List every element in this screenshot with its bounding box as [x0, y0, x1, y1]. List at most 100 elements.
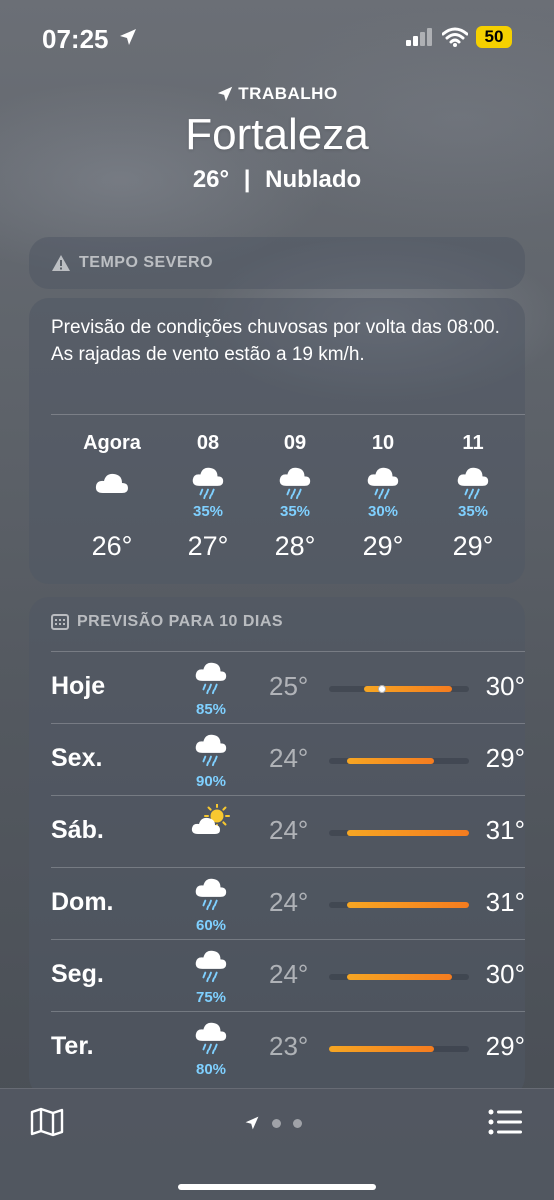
hourly-item: 10 30% 29° — [343, 432, 423, 562]
temperature-range-fill — [329, 1046, 434, 1052]
current-temperature: 26° — [192, 166, 230, 193]
cloud-rain-icon — [255, 463, 335, 503]
precip-chance: 35% — [192, 503, 224, 520]
severe-weather-banner[interactable]: TEMPO SEVERO — [29, 237, 525, 289]
partly-sunny-icon — [181, 803, 241, 845]
cloud-rain-icon: 60% — [181, 876, 241, 934]
hourly-item: 11 35% 29° — [433, 432, 513, 562]
city-name: Fortaleza — [185, 110, 369, 159]
day-name: Sáb. — [51, 816, 104, 844]
current-temp-dot — [377, 685, 386, 693]
hour-label: 08 — [196, 432, 220, 454]
conditions-separator: | — [243, 166, 251, 193]
temperature-range-fill — [346, 974, 452, 980]
temperature-range-bar — [329, 902, 469, 908]
precip-chance: 30% — [367, 503, 399, 520]
status-time: 07:25 — [42, 24, 109, 54]
temperature-range-bar — [329, 1046, 469, 1052]
low-temperature: 23° — [269, 1031, 309, 1061]
high-temperature: 29° — [485, 743, 525, 773]
current-conditions: 26° | Nublado — [0, 166, 554, 194]
precip-chance: 90% — [195, 773, 227, 790]
cloud-rain-icon: 80% — [181, 1020, 241, 1078]
cloud-rain-icon — [343, 463, 423, 503]
warning-icon — [52, 255, 70, 271]
cloud-rain-icon: 90% — [181, 732, 241, 790]
location-label: TRABALHO — [0, 84, 554, 104]
daily-row[interactable]: Dom. 60% 24° 31° — [51, 867, 525, 939]
day-name: Hoje — [51, 672, 106, 700]
hour-label: 1 — [519, 432, 525, 455]
precip-chance: 80% — [195, 1061, 227, 1078]
page-dot[interactable] — [293, 1118, 302, 1128]
hourly-forecast-card[interactable]: Previsão de condições chuvosas por volta… — [29, 298, 525, 584]
calendar-icon — [51, 614, 69, 630]
hour-temperature: 29° — [452, 531, 494, 561]
hourly-item: 08 35% 27° — [168, 432, 248, 562]
day-name: Dom. — [51, 888, 114, 916]
hourly-forecast-list[interactable]: Agora 26° 08 35% 27° 09 35% 28° 10 30% 29° 11 35% 29°… — [29, 432, 525, 572]
cloud-rain-icon — [168, 463, 248, 503]
low-temperature: 25° — [269, 671, 309, 701]
low-temperature: 24° — [269, 887, 309, 917]
temperature-range-fill — [346, 758, 434, 764]
temperature-range-fill — [346, 830, 469, 836]
daily-row[interactable]: Seg. 75% 24° 30° — [51, 939, 525, 1011]
list-icon[interactable] — [488, 1109, 522, 1135]
cellular-signal-icon — [406, 28, 432, 46]
precip-chance: 35% — [279, 503, 311, 520]
daily-row[interactable]: Hoje 85% 25° 30° — [51, 651, 525, 723]
daily-row[interactable]: Sex. 90% 24° 29° — [51, 723, 525, 795]
daily-forecast-label: PREVISÃO PARA 10 DIAS — [77, 613, 284, 630]
low-temperature: 24° — [269, 815, 309, 845]
hour-label: 09 — [283, 432, 307, 454]
precip-chance: 85% — [195, 701, 227, 718]
daily-row[interactable]: Ter. 80% 23° 29° — [51, 1011, 525, 1083]
home-indicator[interactable] — [178, 1184, 376, 1190]
wifi-icon — [442, 27, 468, 47]
precip-chance: 35% — [457, 503, 489, 520]
precip-chance: 75% — [195, 989, 227, 1006]
location-arrow-icon — [120, 29, 136, 45]
forecast-description: Previsão de condições chuvosas por volta… — [51, 317, 500, 365]
high-temperature: 29° — [485, 1031, 525, 1061]
cloud-rain-icon: 85% — [181, 660, 241, 718]
high-temperature: 31° — [485, 815, 525, 845]
location-label-text: TRABALHO — [238, 84, 338, 103]
location-arrow-icon — [218, 86, 233, 102]
map-icon[interactable] — [30, 1107, 64, 1137]
day-name: Sex. — [51, 744, 103, 772]
temperature-range-bar — [329, 685, 469, 693]
hour-temperature: 28° — [274, 531, 316, 561]
page-dot[interactable] — [272, 1118, 281, 1128]
high-temperature: 30° — [485, 671, 525, 701]
temperature-range-bar — [329, 974, 469, 980]
cloud-rain-icon: 75% — [181, 948, 241, 1006]
daily-forecast-card[interactable]: PREVISÃO PARA 10 DIAS Hoje 85% 25° 30° Sex. 9… — [29, 597, 525, 1097]
current-condition: Nublado — [265, 166, 362, 193]
divider — [51, 414, 525, 415]
temperature-range-bar — [329, 758, 469, 764]
daily-row[interactable]: Sáb. 24° 31° — [51, 795, 525, 867]
cloud-icon — [72, 463, 152, 503]
hour-label: Agora — [83, 432, 141, 454]
status-bar: 07:25 50 — [0, 0, 554, 70]
hourly-item: Agora 26° — [72, 432, 152, 562]
cloud-rain-icon — [433, 463, 513, 503]
bottom-toolbar — [0, 1088, 554, 1200]
page-indicator[interactable] — [244, 1115, 302, 1131]
battery-indicator: 50 — [476, 26, 512, 48]
temperature-range-fill — [346, 902, 469, 908]
low-temperature: 24° — [269, 959, 309, 989]
hour-temperature: 29° — [362, 531, 404, 561]
severe-weather-label: TEMPO SEVERO — [79, 254, 214, 271]
precip-chance — [519, 503, 525, 521]
cloud-icon — [519, 463, 525, 503]
hour-temperature: 3 — [519, 531, 525, 562]
low-temperature: 24° — [269, 743, 309, 773]
hour-temperature: 26° — [91, 531, 133, 561]
precip-chance: 60% — [195, 917, 227, 934]
hour-label: 11 — [462, 432, 484, 454]
temperature-range-bar — [329, 830, 469, 836]
hour-label: 10 — [371, 432, 395, 454]
